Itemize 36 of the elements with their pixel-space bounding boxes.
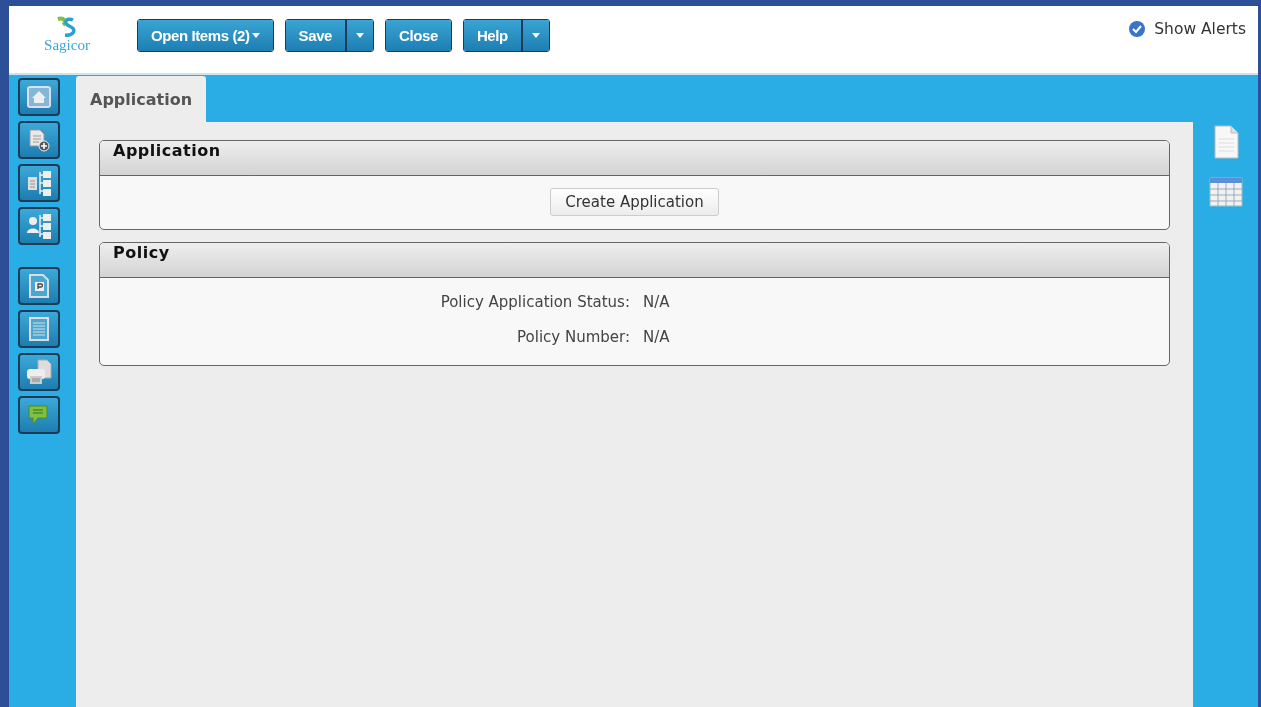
sidebar-button[interactable] <box>18 121 60 159</box>
printer-icon <box>25 358 53 386</box>
dropdown-button[interactable] <box>345 20 374 51</box>
open-items-button[interactable]: Open Items (2) <box>138 20 273 51</box>
field-label: Policy Number: <box>516 328 630 346</box>
document-tree-icon <box>26 169 52 197</box>
document-add-icon <box>27 128 51 152</box>
person-tree-icon <box>26 212 52 240</box>
field-value: N/A <box>643 328 671 346</box>
sidebar-button[interactable] <box>18 310 60 348</box>
toolbar-button[interactable]: Help <box>463 20 521 51</box>
table-icon[interactable] <box>1208 177 1243 207</box>
caret-icon <box>356 33 365 38</box>
p-document-icon <box>27 273 51 299</box>
toolbar-button[interactable]: Save <box>285 20 346 51</box>
sidebar-button[interactable] <box>18 396 60 434</box>
sidebar-button[interactable] <box>18 207 60 245</box>
sidebar-button[interactable] <box>18 353 60 391</box>
panel-header: Policy <box>100 243 1169 278</box>
show-alerts-toggle[interactable]: Show Alerts <box>1128 20 1246 38</box>
home-icon <box>27 86 51 108</box>
tab[interactable]: Application <box>76 76 207 122</box>
logo-icon <box>55 16 79 38</box>
sidebar-button[interactable] <box>18 267 60 305</box>
sidebar-button[interactable] <box>18 164 60 202</box>
field-label: Policy Application Status: <box>439 293 630 311</box>
toolbar-button[interactable]: Close <box>386 20 451 51</box>
caret-icon <box>531 33 540 38</box>
sidebar-button[interactable] <box>18 78 60 116</box>
caret-icon <box>251 33 260 38</box>
panel-header: Application <box>100 141 1169 176</box>
dropdown-button[interactable] <box>520 20 549 51</box>
list-document-icon <box>28 316 50 342</box>
field-value: N/A <box>643 293 671 311</box>
create-application-button[interactable]: Create Application <box>550 188 719 216</box>
logo-text: Sagicor <box>44 38 90 53</box>
